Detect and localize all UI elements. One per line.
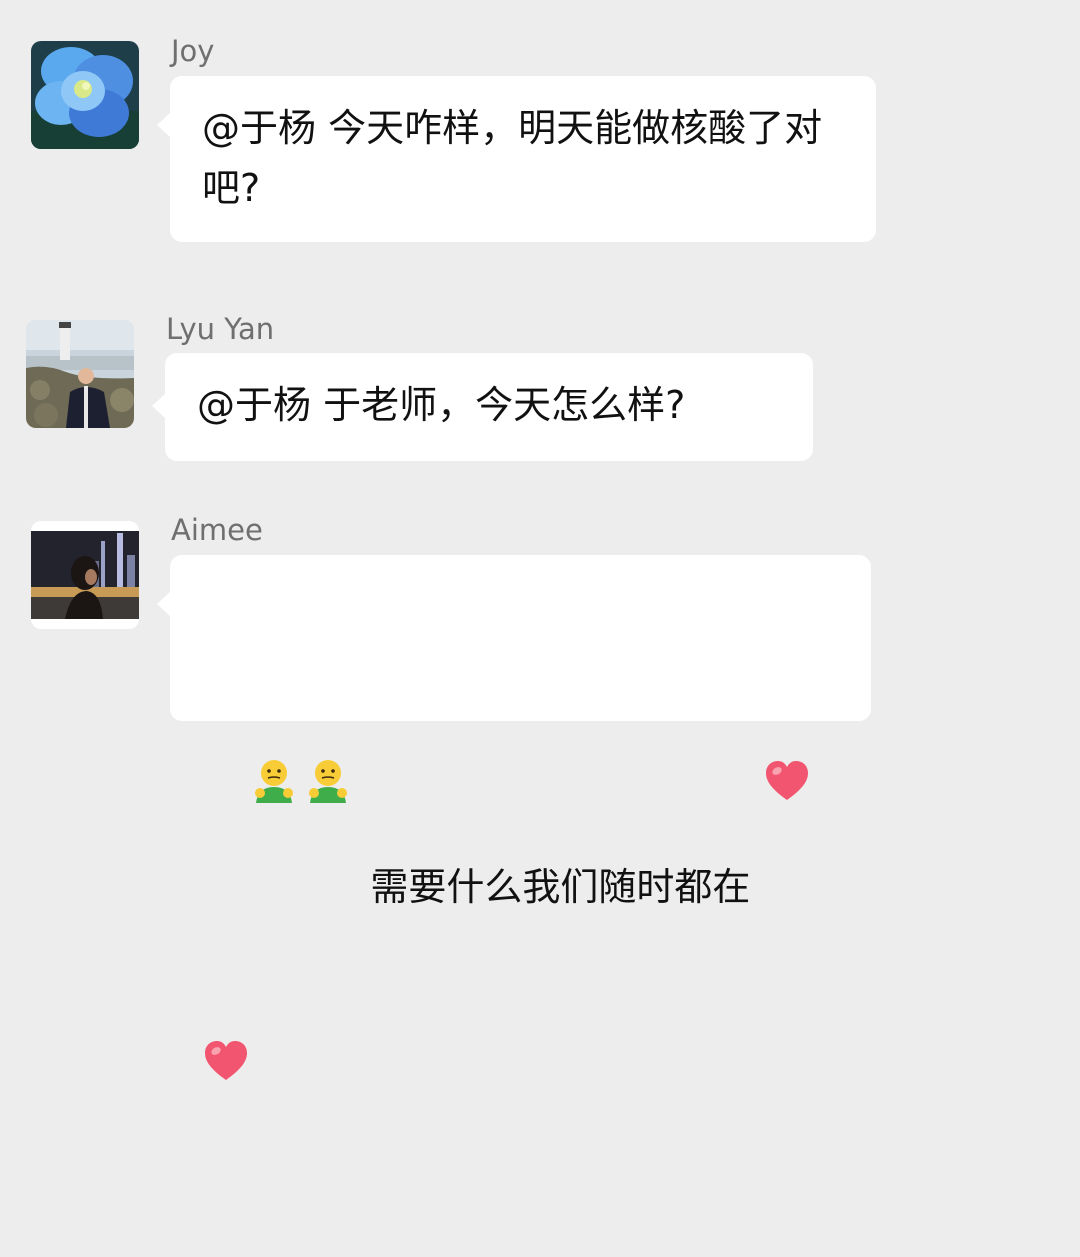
hug-emoji-icon: [304, 637, 352, 803]
message-bubble-joy[interactable]: .b1::before{} @于杨 今天咋样，明天能做核酸了对吧?: [157, 76, 876, 242]
heart-emoji-icon: [202, 917, 250, 1080]
lighthouse-photo-avatar-icon: [26, 320, 134, 428]
avatar-aimee[interactable]: [31, 521, 139, 629]
message-bubble-aimee[interactable]: 需要什么我们随时都在: [157, 555, 871, 1080]
message-text-lyu-yan: @于杨 于老师，今天怎么样?: [197, 383, 686, 427]
sender-name-lyu-yan: Lyu Yan: [166, 312, 275, 346]
message-bubble-lyu-yan[interactable]: @于杨 于老师，今天怎么样?: [152, 353, 813, 461]
sender-name-joy: Joy: [171, 34, 215, 68]
message-text-aimee: 需要什么我们随时都在: [202, 577, 843, 1257]
night-city-photo-avatar-icon: [31, 521, 139, 629]
avatar-lyu-yan[interactable]: [26, 320, 134, 428]
sender-name-aimee: Aimee: [171, 513, 263, 547]
avatar-joy[interactable]: [31, 41, 139, 149]
hug-emoji-icon: [250, 637, 298, 803]
heart-emoji-icon: [763, 637, 811, 800]
message-text-joy: @于杨 今天咋样，明天能做核酸了对吧?: [202, 106, 823, 210]
message-text-aimee-body: 需要什么我们随时都在: [358, 865, 763, 909]
blue-flower-avatar-icon: [31, 41, 139, 149]
